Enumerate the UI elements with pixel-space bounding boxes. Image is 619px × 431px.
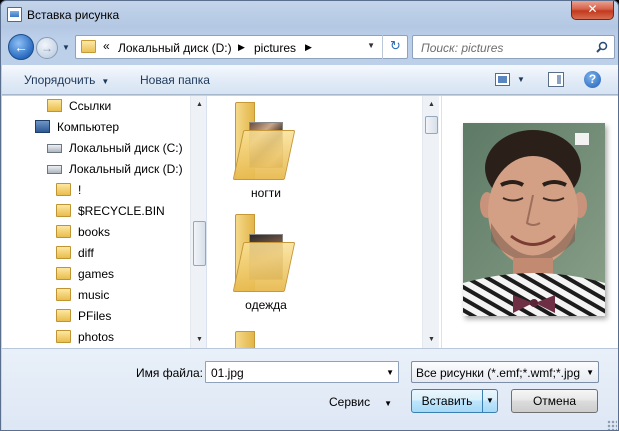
tree-item-folder[interactable]: photos xyxy=(56,327,186,347)
scroll-thumb[interactable] xyxy=(425,116,438,134)
folder-icon xyxy=(232,102,296,182)
file-name: ногти xyxy=(251,186,281,200)
chevron-down-icon: ▼ xyxy=(384,399,393,408)
tree-item-drive-c[interactable]: Локальный диск (C:) xyxy=(47,138,197,158)
resize-grip[interactable] xyxy=(607,420,617,430)
chevron-down-icon[interactable]: ▼ xyxy=(386,368,394,377)
search-box[interactable]: Поиск: pictures xyxy=(412,35,615,59)
back-arrow-icon: ← xyxy=(14,39,28,55)
chevron-down-icon[interactable]: ▼ xyxy=(586,368,594,377)
links-icon xyxy=(47,99,62,112)
file-name: одежда xyxy=(245,298,287,312)
scroll-up-icon[interactable]: ▲ xyxy=(192,97,206,112)
breadcrumb-overflow[interactable]: « xyxy=(103,39,110,53)
refresh-icon: ↻ xyxy=(390,38,401,53)
address-bar[interactable]: « Локальный диск (D:) ▶ pictures ▶ ▼ xyxy=(75,35,408,59)
breadcrumb-pictures[interactable]: pictures xyxy=(254,41,296,55)
navigation-pane: Ссылки Компьютер Локальный диск (C:) Лок… xyxy=(2,96,207,348)
drive-icon xyxy=(47,144,62,153)
tree-item-folder[interactable]: games xyxy=(56,264,186,284)
navigation-scrollbar[interactable]: ▲ ▼ xyxy=(190,96,206,348)
insert-picture-dialog: Вставка рисунка ✕ ← → ▼ « Локальный диск… xyxy=(0,0,619,431)
folder-icon xyxy=(81,40,96,53)
organize-button[interactable]: Упорядочить ▼ xyxy=(24,73,109,87)
file-list: ногти одежда ▲ ▼ xyxy=(208,96,440,348)
folder-icon xyxy=(56,288,71,301)
file-item-folder[interactable]: одежда xyxy=(230,214,320,314)
file-list-scrollbar[interactable]: ▲ ▼ xyxy=(422,96,439,348)
tree-item-folder[interactable]: diff xyxy=(56,243,186,263)
address-dropdown[interactable]: ▼ xyxy=(367,41,375,50)
refresh-button[interactable]: ↻ xyxy=(382,35,408,59)
close-button[interactable]: ✕ xyxy=(571,1,614,20)
tree-item-folder[interactable]: music xyxy=(56,285,186,305)
filename-input[interactable]: 01.jpg ▼ xyxy=(205,361,399,383)
file-item-folder[interactable]: ногти xyxy=(230,102,320,202)
folder-icon xyxy=(56,309,71,322)
tree-item-folder[interactable]: books xyxy=(56,222,186,242)
folder-icon xyxy=(56,267,71,280)
search-input[interactable]: Поиск: pictures xyxy=(421,41,503,55)
preview-pane-icon[interactable] xyxy=(548,72,564,87)
preview-image xyxy=(463,123,605,316)
file-type-select[interactable]: Все рисунки (*.emf;*.wmf;*.jpg ▼ xyxy=(411,361,599,383)
picture-icon xyxy=(7,7,22,22)
filename-label: Имя файла: xyxy=(136,366,203,380)
organize-label: Упорядочить xyxy=(24,73,96,87)
new-folder-button[interactable]: Новая папка xyxy=(140,73,210,87)
tree-item-computer[interactable]: Компьютер xyxy=(35,117,195,137)
content-area: Ссылки Компьютер Локальный диск (C:) Лок… xyxy=(2,96,618,348)
insert-button[interactable]: Вставить ▼ xyxy=(411,389,498,413)
filename-value[interactable]: 01.jpg xyxy=(211,366,244,380)
forward-button[interactable]: → xyxy=(36,37,58,59)
scroll-thumb[interactable] xyxy=(193,221,206,266)
file-item-folder[interactable] xyxy=(230,331,320,348)
views-dropdown[interactable]: ▼ xyxy=(517,75,525,84)
window-title: Вставка рисунка xyxy=(27,8,120,22)
breadcrumb-separator-icon[interactable]: ▶ xyxy=(238,42,245,53)
folder-icon xyxy=(56,183,71,196)
computer-icon xyxy=(35,120,50,133)
tree-item-links[interactable]: Ссылки xyxy=(47,96,197,116)
tools-label: Сервис xyxy=(329,395,371,409)
navigation-bar: ← → ▼ « Локальный диск (D:) ▶ pictures ▶… xyxy=(1,31,618,63)
insert-options-dropdown[interactable]: ▼ xyxy=(482,390,497,412)
folder-icon xyxy=(235,331,293,348)
tree-item-folder[interactable]: PFiles xyxy=(56,306,186,326)
cancel-button[interactable]: Отмена xyxy=(511,389,598,413)
tree-item-drive-d[interactable]: Локальный диск (D:) xyxy=(47,159,197,179)
chevron-down-icon: ▼ xyxy=(101,77,110,86)
insert-label: Вставить xyxy=(421,394,473,408)
scroll-up-icon[interactable]: ▲ xyxy=(424,97,439,112)
folder-icon xyxy=(232,214,296,294)
preview-pane xyxy=(441,96,618,348)
dialog-footer: Имя файла: 01.jpg ▼ Все рисунки (*.emf;*… xyxy=(2,348,618,430)
breadcrumb-separator-icon[interactable]: ▶ xyxy=(305,42,312,53)
tools-button[interactable]: Сервис ▼ xyxy=(329,395,392,409)
title-bar: Вставка рисунка ✕ xyxy=(1,1,618,29)
views-icon[interactable] xyxy=(495,73,510,86)
drive-icon xyxy=(47,165,62,174)
scroll-down-icon[interactable]: ▼ xyxy=(424,332,439,347)
forward-arrow-icon: → xyxy=(41,41,53,55)
recent-pages-dropdown[interactable]: ▼ xyxy=(62,43,70,52)
folder-icon xyxy=(56,246,71,259)
folder-icon xyxy=(56,225,71,238)
tree-item-folder[interactable]: $RECYCLE.BIN xyxy=(56,201,186,221)
scroll-down-icon[interactable]: ▼ xyxy=(192,332,206,347)
file-type-value: Все рисунки (*.emf;*.wmf;*.jpg xyxy=(416,366,580,380)
folder-icon xyxy=(56,330,71,343)
help-icon[interactable]: ? xyxy=(584,71,601,88)
back-button[interactable]: ← xyxy=(8,34,34,60)
folder-icon xyxy=(56,204,71,217)
breadcrumb-drive-d[interactable]: Локальный диск (D:) xyxy=(118,41,232,55)
command-bar: Упорядочить ▼ Новая папка ▼ ? xyxy=(2,65,618,95)
search-icon[interactable] xyxy=(596,41,608,53)
tree-item-folder[interactable]: ! xyxy=(56,180,186,200)
